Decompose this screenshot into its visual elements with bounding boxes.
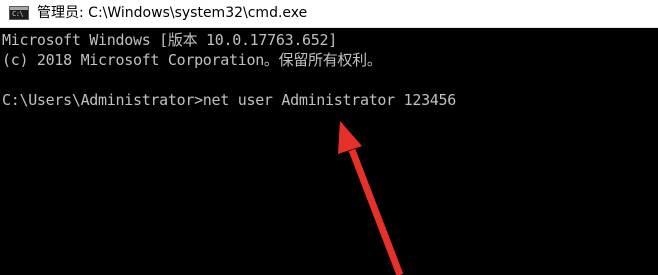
console-line-copyright: (c) 2018 Microsoft Corporation。保留所有权利。 [2, 51, 382, 69]
cmd-console-icon[interactable]: C:\ [9, 6, 29, 20]
title-bar[interactable]: C:\ 管理员: C:\Windows\system32\cmd.exe [0, 0, 658, 28]
console-line-version: Microsoft Windows [版本 10.0.17763.652] [2, 31, 337, 49]
console-line-command: C:\Users\Administrator>net user Administ… [2, 91, 457, 109]
icon-prompt-glyph: C:\ [12, 10, 24, 18]
console-output[interactable]: Microsoft Windows [版本 10.0.17763.652] (c… [0, 28, 658, 275]
cmd-window: C:\ 管理员: C:\Windows\system32\cmd.exe Mic… [0, 0, 658, 275]
window-title: 管理员: C:\Windows\system32\cmd.exe [37, 5, 308, 21]
